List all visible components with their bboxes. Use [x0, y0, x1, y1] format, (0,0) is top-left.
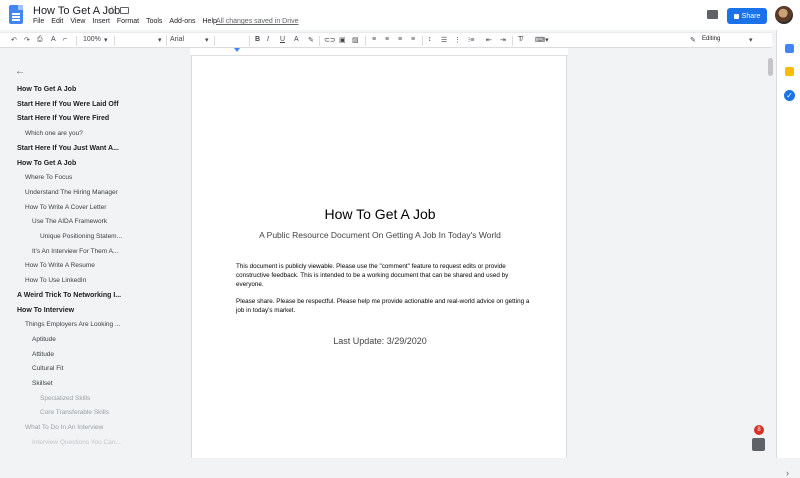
outline-item[interactable]: How To Write A Resume [25, 262, 95, 269]
bulleted-list-icon[interactable]: ⁝≡ [468, 36, 474, 44]
doc-title: How To Get A Job [324, 206, 436, 222]
folder-icon[interactable] [120, 7, 129, 14]
save-status[interactable]: All changes saved in Drive [216, 18, 299, 25]
print-icon[interactable]: ⎙ [37, 36, 43, 44]
outline-item[interactable]: Interview Questions You Can... [32, 439, 121, 446]
zoom-select[interactable]: 100% [83, 36, 101, 43]
outline-item[interactable]: Skillset [32, 380, 53, 387]
outline-item[interactable]: How To Get A Job [17, 86, 76, 93]
outline-item[interactable]: Start Here If You Were Laid Off [17, 101, 119, 108]
doc-subtitle: A Public Resource Document On Getting A … [259, 230, 501, 240]
menu-view[interactable]: View [70, 18, 85, 25]
numbered-list-icon[interactable]: ⋮ [454, 36, 461, 44]
editing-mode-select[interactable]: Editing [702, 36, 720, 42]
increase-indent-icon[interactable]: ⇥ [500, 36, 506, 44]
align-left-icon[interactable]: ≡ [372, 36, 376, 43]
mode-chevron-icon[interactable]: ▾ [749, 36, 753, 44]
checklist-icon[interactable]: ☰ [441, 36, 447, 44]
paint-format-icon[interactable]: ⌐ [63, 36, 67, 43]
tasks-icon[interactable]: ✓ [784, 90, 795, 101]
indent-marker-icon[interactable] [234, 48, 240, 52]
outline-item[interactable]: Attitude [32, 351, 54, 358]
input-tools-icon[interactable]: ⌨▾ [535, 36, 549, 44]
insert-comment-icon[interactable]: ▣ [339, 36, 346, 44]
doc-paragraph: Please share. Please be respectful. Plea… [236, 298, 530, 314]
font-chevron-icon[interactable]: ▾ [205, 36, 209, 44]
outline-item[interactable]: How To Write A Cover Letter [25, 204, 106, 211]
scrollbar[interactable] [768, 58, 773, 76]
outline-item[interactable]: Specialized Skills [40, 395, 90, 402]
toolbar: ↶ ↷ ⎙ A ⌐ 100% ▾ ▾ Arial ▾ B I U A ✎ ⊂⊃ … [0, 32, 772, 48]
document-outline: ← How To Get A Job Start Here If You Were… [0, 56, 190, 458]
outline-item[interactable]: Aptitude [32, 336, 56, 343]
outline-item[interactable]: Core Transferable Skills [40, 409, 109, 416]
underline-icon[interactable]: U [280, 36, 285, 43]
menu-format[interactable]: Format [117, 18, 139, 25]
ruler[interactable] [190, 48, 568, 56]
last-update: Last Update: 3/29/2020 [333, 336, 427, 346]
editing-pencil-icon[interactable]: ✎ [690, 36, 696, 44]
line-spacing-icon[interactable]: ↕ [428, 36, 432, 43]
insert-image-icon[interactable]: ▨ [352, 36, 359, 44]
document-page[interactable]: How To Get A Job A Public Resource Docum… [191, 56, 567, 458]
outline-item[interactable]: Unique Positioning Statem... [40, 233, 122, 240]
title-bar: How To Get A Job ☆ File Edit View Insert… [0, 0, 800, 30]
menu-edit[interactable]: Edit [51, 18, 63, 25]
share-button[interactable]: Share [727, 8, 767, 24]
outline-item[interactable]: Things Employers Are Looking ... [25, 321, 120, 328]
clear-formatting-icon[interactable]: T̸ [518, 36, 522, 43]
menu-insert[interactable]: Insert [92, 18, 110, 25]
star-icon[interactable]: ☆ [107, 4, 117, 17]
outline-item[interactable]: How To Get A Job [17, 160, 76, 167]
zoom-chevron-icon[interactable]: ▾ [104, 36, 108, 44]
explore-icon[interactable] [752, 438, 765, 451]
comment-history-icon[interactable] [707, 10, 718, 19]
menu-tools[interactable]: Tools [146, 18, 162, 25]
decrease-indent-icon[interactable]: ⇤ [486, 36, 492, 44]
link-icon[interactable]: ⊂⊃ [324, 36, 336, 44]
align-right-icon[interactable]: ≡ [398, 36, 402, 43]
font-select[interactable]: Arial [170, 36, 184, 43]
outline-item[interactable]: Understand The Hiring Manager [25, 189, 118, 196]
outline-item[interactable]: A Weird Trick To Networking I... [17, 292, 121, 299]
spellcheck-icon[interactable]: A [51, 36, 56, 43]
italic-icon[interactable]: I [267, 36, 269, 43]
outline-item[interactable]: How To Use LinkedIn [25, 277, 86, 284]
share-label: Share [741, 12, 761, 20]
outline-item[interactable]: Where To Focus [25, 174, 72, 181]
lock-icon [733, 13, 739, 19]
menu-file[interactable]: File [33, 18, 44, 25]
outline-item[interactable]: Start Here If You Were Fired [17, 115, 109, 122]
bold-icon[interactable]: B [255, 36, 260, 43]
outline-item[interactable]: Which one are you? [25, 130, 83, 137]
justify-icon[interactable]: ≡ [411, 36, 415, 43]
notification-badge: 8 [754, 425, 764, 435]
doc-paragraph: This document is publicly viewable. Plea… [236, 263, 509, 288]
style-chevron-icon[interactable]: ▾ [158, 36, 162, 44]
align-center-icon[interactable]: ≡ [385, 36, 389, 43]
outline-item[interactable]: Start Here If You Just Want A... [17, 145, 119, 152]
avatar[interactable] [775, 6, 793, 24]
outline-item[interactable]: Use The AIDA Framework [32, 218, 107, 225]
highlight-icon[interactable]: ✎ [308, 36, 314, 44]
calendar-icon[interactable] [785, 44, 794, 53]
docs-logo-icon[interactable] [9, 5, 23, 24]
keep-icon[interactable] [785, 67, 794, 76]
redo-icon[interactable]: ↷ [24, 36, 30, 44]
expand-panel-icon[interactable]: › [786, 468, 789, 478]
outline-item[interactable]: How To Interview [17, 307, 74, 314]
side-panel: ✓ › [776, 30, 800, 478]
outline-item[interactable]: Cultural Fit [32, 365, 63, 372]
text-color-icon[interactable]: A [294, 36, 299, 43]
undo-icon[interactable]: ↶ [11, 36, 17, 44]
back-arrow-icon[interactable]: ← [15, 66, 25, 77]
outline-item[interactable]: What To Do In An Interview [25, 424, 103, 431]
menu-help[interactable]: Help [203, 18, 217, 25]
menu-addons[interactable]: Add-ons [169, 18, 195, 25]
outline-item[interactable]: It's An Interview For Them A... [32, 248, 118, 255]
menu-bar: File Edit View Insert Format Tools Add-o… [33, 18, 217, 25]
